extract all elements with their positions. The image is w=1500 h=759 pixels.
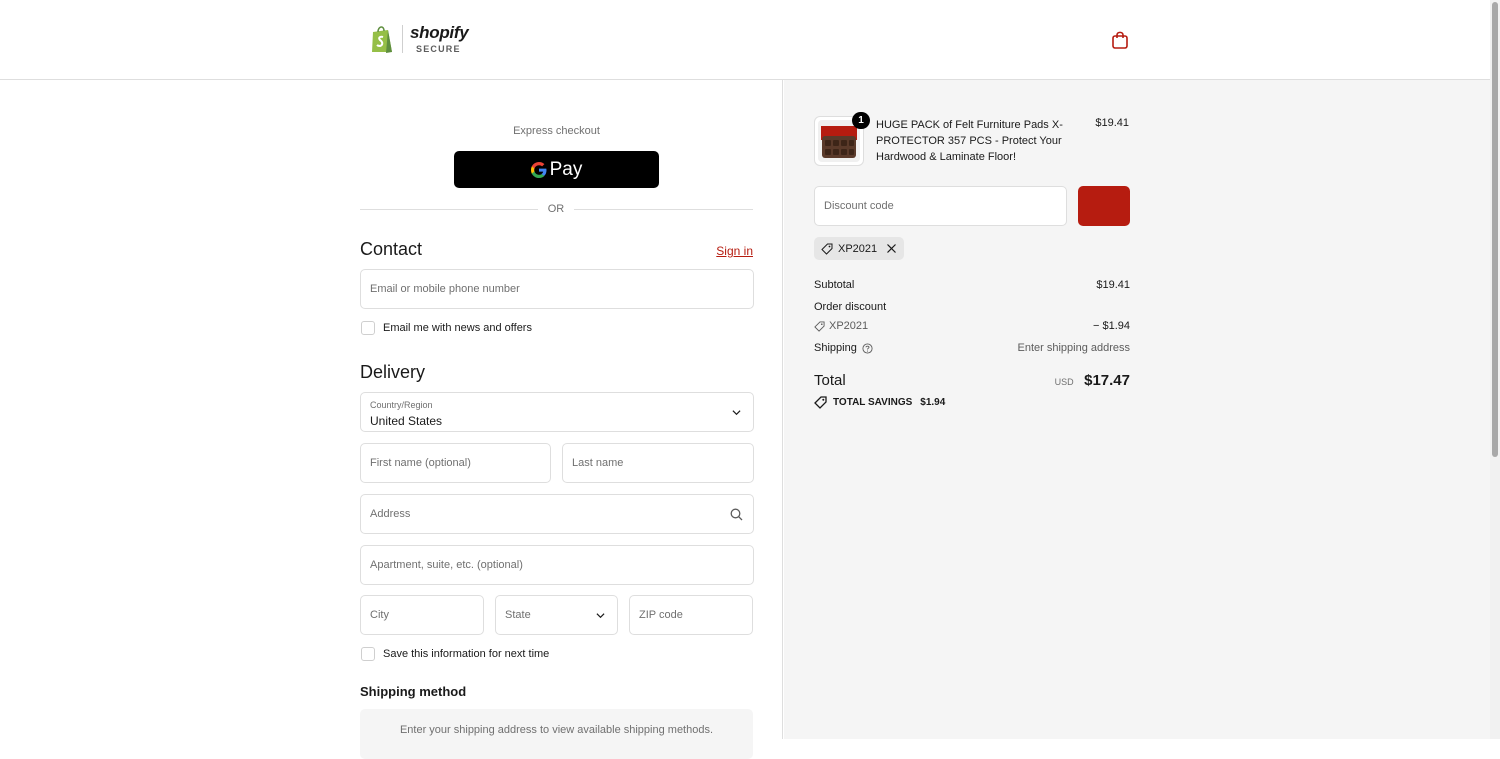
savings-value: $1.94	[920, 397, 946, 408]
google-g-icon	[530, 161, 547, 178]
shipping-label: Shipping	[814, 342, 857, 354]
contact-heading: Contact	[360, 239, 423, 259]
discount-code-input[interactable]	[824, 200, 1057, 212]
discount-amount: − $1.94	[1092, 320, 1130, 332]
total-savings: TOTAL SAVINGS $1.94	[814, 396, 945, 409]
subtotal-value: $19.41	[1096, 279, 1130, 291]
state-select-placeholder: State	[505, 609, 531, 621]
delivery-heading: Delivery	[360, 362, 426, 382]
last-name-field[interactable]	[562, 443, 754, 483]
shipping-value: Enter shipping address	[1017, 342, 1130, 354]
save-info-checkbox-label: Save this information for next time	[383, 648, 550, 660]
header: shopify SECURE	[0, 0, 1490, 80]
subtotal-row: Subtotal $19.41	[814, 279, 1130, 291]
shopping-bag-icon[interactable]	[1111, 30, 1129, 50]
state-select[interactable]: State	[495, 595, 618, 635]
scrollbar-thumb[interactable]	[1492, 2, 1498, 457]
google-pay-button[interactable]: Pay	[454, 151, 659, 188]
zip-field[interactable]	[629, 595, 753, 635]
city-input[interactable]	[370, 609, 474, 621]
shipping-method-message: Enter your shipping address to view avai…	[360, 709, 753, 759]
email-input[interactable]	[370, 283, 744, 295]
shopify-logo[interactable]: shopify SECURE	[370, 23, 469, 54]
country-select[interactable]: Country/Region United States	[360, 392, 754, 432]
discount-code-field[interactable]	[814, 186, 1067, 226]
address-input[interactable]	[370, 508, 744, 520]
logo-divider	[402, 25, 403, 53]
tag-icon	[814, 320, 825, 332]
country-select-label: Country/Region	[370, 400, 433, 410]
save-info-checkbox[interactable]: Save this information for next time	[361, 647, 549, 661]
newsletter-checkbox-label: Email me with news and offers	[383, 322, 532, 334]
subtotal-label: Subtotal	[814, 279, 855, 291]
order-discount-row: Order discount	[814, 301, 1130, 313]
express-checkout-label: Express checkout	[513, 125, 600, 137]
sign-in-link[interactable]: Sign in	[700, 244, 753, 258]
page-scrollbar[interactable]	[1490, 0, 1500, 739]
search-icon	[730, 508, 743, 521]
applied-discount-tag: XP2021	[814, 237, 905, 260]
discount-code-row: XP2021 − $1.94	[814, 320, 1130, 332]
google-pay-label: Pay	[549, 158, 583, 180]
zip-input[interactable]	[639, 609, 743, 621]
email-field[interactable]	[360, 269, 754, 309]
help-icon[interactable]	[862, 342, 873, 354]
order-summary-panel	[784, 80, 1490, 739]
total-value: $17.47	[1084, 372, 1130, 389]
total-row: Total USD $17.47	[814, 372, 1130, 390]
savings-tag-icon	[814, 396, 827, 409]
first-name-field[interactable]	[360, 443, 551, 483]
currency-code: USD	[1054, 377, 1074, 387]
or-divider-text: OR	[547, 203, 565, 215]
last-name-input[interactable]	[572, 457, 744, 469]
brand-name: shopify	[410, 23, 469, 42]
tag-icon	[821, 243, 833, 255]
first-name-input[interactable]	[370, 457, 541, 469]
newsletter-checkbox[interactable]: Email me with news and offers	[361, 321, 532, 335]
savings-label: TOTAL SAVINGS	[833, 397, 913, 408]
apartment-field[interactable]	[360, 545, 754, 585]
or-divider-left	[360, 209, 538, 210]
save-info-checkbox-box[interactable]	[361, 647, 375, 661]
product-price: $19.41	[1095, 117, 1129, 129]
close-icon[interactable]	[886, 243, 897, 254]
or-divider-right	[574, 209, 753, 210]
secure-label: SECURE	[416, 44, 461, 54]
total-label: Total	[814, 372, 846, 389]
apartment-input[interactable]	[370, 559, 744, 571]
order-discount-label: Order discount	[814, 301, 887, 313]
shipping-row: Shipping Enter shipping address	[814, 342, 1130, 354]
address-field[interactable]	[360, 494, 754, 534]
shopify-bag-icon	[372, 26, 392, 53]
newsletter-checkbox-box[interactable]	[361, 321, 375, 335]
city-field[interactable]	[360, 595, 484, 635]
product-name: HUGE PACK of Felt Furniture Pads X-PROTE…	[876, 119, 1063, 163]
product-thumbnail: 1	[814, 112, 870, 166]
apply-discount-button[interactable]	[1078, 186, 1130, 226]
applied-discount-code: XP2021	[838, 242, 878, 255]
chevron-down-icon	[596, 613, 605, 619]
chevron-down-icon	[732, 410, 741, 416]
discount-code-name: XP2021	[829, 320, 869, 332]
quantity-badge: 1	[852, 112, 870, 129]
shipping-method-heading: Shipping method	[360, 684, 467, 699]
country-select-value: United States	[370, 414, 443, 428]
